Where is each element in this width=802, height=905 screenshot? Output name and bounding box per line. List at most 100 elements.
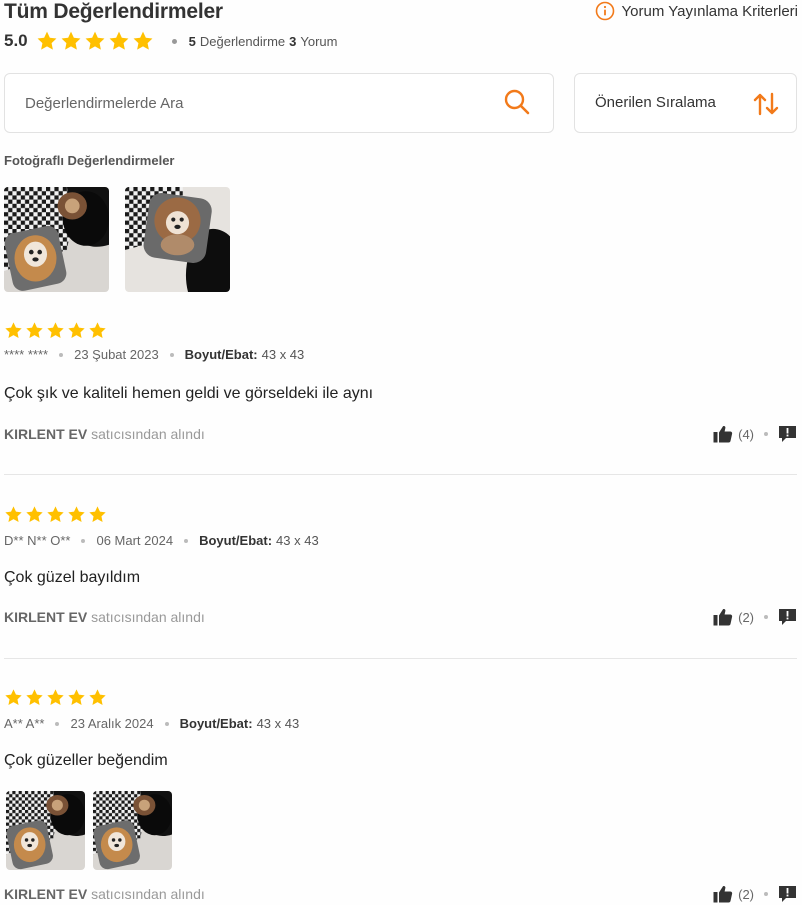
- review-actions: (2): [713, 885, 797, 903]
- review-actions: (4): [713, 425, 797, 443]
- separator-dot: [764, 432, 768, 436]
- search-input[interactable]: [25, 74, 485, 132]
- separator-dot: [184, 538, 189, 543]
- review-meta: **** **** 23 Şubat 2023 Boyut/Ebat: 43 x…: [4, 347, 304, 362]
- seller-info: KIRLENT EV satıcısından alındı: [4, 609, 205, 625]
- review-comment: Çok güzeller beğendim: [4, 752, 168, 769]
- thumbs-up-icon[interactable]: [713, 425, 733, 443]
- separator-dot: [81, 538, 86, 543]
- seller-name[interactable]: KIRLENT EV: [4, 886, 87, 902]
- report-icon[interactable]: [778, 608, 797, 626]
- star-icon: [84, 30, 106, 52]
- separator-dot: [171, 38, 177, 44]
- review-stars: [4, 688, 107, 707]
- separator-dot: [59, 352, 64, 357]
- review-comment: Çok şık ve kaliteli hemen geldi ve görse…: [4, 385, 374, 402]
- review-counts: 5 Değerlendirme 3 Yorum: [189, 34, 338, 49]
- star-icon: [36, 30, 58, 52]
- info-icon: [595, 1, 614, 21]
- review-divider: [4, 474, 797, 475]
- star-icon: [132, 30, 154, 52]
- seller-info: KIRLENT EV satıcısından alındı: [4, 886, 205, 902]
- review-meta: A** A** 23 Aralık 2024 Boyut/Ebat: 43 x …: [4, 716, 299, 731]
- criteria-link[interactable]: Yorum Yayınlama Kriterleri: [595, 1, 798, 21]
- thumbs-up-icon[interactable]: [713, 885, 733, 903]
- review-photo-thumbnail[interactable]: [93, 791, 172, 870]
- star-icon: [46, 688, 65, 707]
- comment-count: 3: [289, 33, 297, 49]
- comment-count-label: Yorum: [300, 33, 338, 49]
- reviews-header: Tüm Değerlendirmeler Yorum Yayınlama Kri…: [4, 0, 798, 56]
- separator-dot: [764, 892, 768, 896]
- separator-dot: [764, 615, 768, 619]
- seller-suffix: satıcısından alındı: [91, 426, 205, 442]
- review-stars: [4, 321, 107, 340]
- criteria-label: Yorum Yayınlama Kriterleri: [621, 2, 798, 20]
- rating-summary: 5.0 5 Değerlendirme 3 Yorum: [4, 30, 337, 52]
- rating-count-label: Değerlendirme: [199, 33, 286, 49]
- average-score: 5.0: [4, 31, 28, 50]
- star-icon: [60, 30, 82, 52]
- seller-suffix: satıcısından alındı: [91, 609, 205, 625]
- report-icon[interactable]: [778, 885, 797, 903]
- seller-info: KIRLENT EV satıcısından alındı: [4, 426, 205, 442]
- like-count: (2): [738, 886, 754, 902]
- review-date: 23 Aralık 2024: [70, 716, 154, 731]
- report-icon[interactable]: [778, 425, 797, 443]
- rating-count: 5: [188, 33, 196, 49]
- photo-reviews-gallery: [4, 187, 230, 292]
- sort-dropdown[interactable]: Önerilen Sıralama: [574, 73, 797, 133]
- seller-suffix: satıcısından alındı: [91, 886, 205, 902]
- separator-dot: [55, 721, 60, 726]
- review-author: **** ****: [4, 347, 49, 362]
- sort-arrows-icon: [753, 92, 779, 116]
- size-value: 43 x 43: [261, 347, 305, 362]
- review-item: **** **** 23 Şubat 2023 Boyut/Ebat: 43 x…: [4, 321, 797, 451]
- star-icon: [4, 688, 23, 707]
- size-value: 43 x 43: [256, 716, 300, 731]
- review-stars: [4, 505, 107, 524]
- star-icon: [67, 688, 86, 707]
- review-photos: [6, 791, 172, 870]
- star-icon: [67, 321, 86, 340]
- star-icon: [25, 505, 44, 524]
- thumbs-up-icon[interactable]: [713, 608, 733, 626]
- sort-label: Önerilen Sıralama: [595, 94, 716, 111]
- star-icon: [88, 688, 107, 707]
- star-icon: [4, 321, 23, 340]
- review-comment: Çok güzel bayıldım: [4, 569, 141, 586]
- seller-name[interactable]: KIRLENT EV: [4, 609, 87, 625]
- review-author: D** N** O**: [4, 533, 71, 548]
- size-label: Boyut/Ebat:: [184, 347, 258, 362]
- review-photo-thumbnail[interactable]: [125, 187, 230, 292]
- size-label: Boyut/Ebat:: [199, 533, 273, 548]
- review-photo-thumbnail[interactable]: [4, 187, 109, 292]
- star-icon: [4, 505, 23, 524]
- review-date: 06 Mart 2024: [96, 533, 174, 548]
- size-value: 43 x 43: [276, 533, 319, 548]
- separator-dot: [169, 352, 174, 357]
- seller-name[interactable]: KIRLENT EV: [4, 426, 87, 442]
- star-icon: [67, 505, 86, 524]
- review-divider: [4, 658, 797, 659]
- photo-reviews-title: Fotoğraflı Değerlendirmeler: [4, 153, 175, 168]
- like-count: (4): [738, 426, 754, 442]
- review-actions: (2): [713, 608, 797, 626]
- average-stars: [36, 30, 154, 52]
- search-box: [4, 73, 554, 133]
- search-icon[interactable]: [503, 88, 531, 116]
- star-icon: [25, 688, 44, 707]
- star-icon: [46, 505, 65, 524]
- star-icon: [46, 321, 65, 340]
- star-icon: [88, 505, 107, 524]
- review-author: A** A**: [4, 716, 45, 731]
- review-meta: D** N** O** 06 Mart 2024 Boyut/Ebat: 43 …: [4, 533, 319, 548]
- review-photo-thumbnail[interactable]: [6, 791, 85, 870]
- star-icon: [88, 321, 107, 340]
- review-item: D** N** O** 06 Mart 2024 Boyut/Ebat: 43 …: [4, 505, 797, 635]
- page-title: Tüm Değerlendirmeler: [4, 0, 223, 23]
- like-count: (2): [738, 609, 754, 625]
- separator-dot: [164, 721, 169, 726]
- star-icon: [25, 321, 44, 340]
- review-item: A** A** 23 Aralık 2024 Boyut/Ebat: 43 x …: [4, 688, 797, 905]
